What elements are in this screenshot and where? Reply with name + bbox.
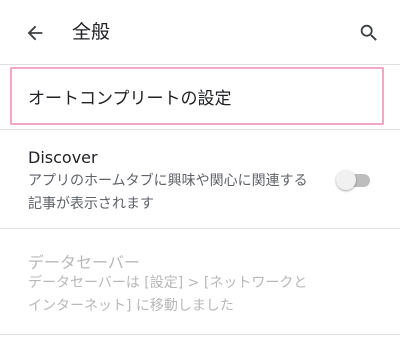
- search-button[interactable]: [356, 20, 382, 46]
- data-saver-divider: [0, 334, 400, 335]
- discover-title: Discover: [28, 148, 98, 167]
- autocomplete-settings-label: オートコンプリートの設定: [28, 88, 232, 109]
- header-divider: [0, 64, 400, 65]
- discover-toggle[interactable]: [336, 170, 370, 190]
- page-title: 全般: [72, 21, 111, 43]
- search-icon: [360, 24, 377, 41]
- toggle-thumb: [336, 170, 356, 190]
- arrow-back-icon: [27, 25, 43, 41]
- data-saver-description: データセーバーは [設定] > [ネットワークとインターネット] に移動しました: [28, 275, 308, 314]
- discover-description: アプリのホームタブに興味や関心に関連する記事が表示されます: [28, 173, 308, 212]
- general-settings-screen: 全般 オートコンプリートの設定 Discover アプリのホームタブに興味や関心…: [0, 0, 400, 339]
- back-button[interactable]: [22, 20, 48, 46]
- data-saver-title: データセーバー: [28, 253, 140, 272]
- data-saver-setting-item: データセーバー データセーバーは [設定] > [ネットワークとインターネット]…: [0, 229, 400, 333]
- app-bar: 全般: [0, 0, 400, 64]
- autocomplete-settings-item[interactable]: オートコンプリートの設定: [10, 67, 384, 125]
